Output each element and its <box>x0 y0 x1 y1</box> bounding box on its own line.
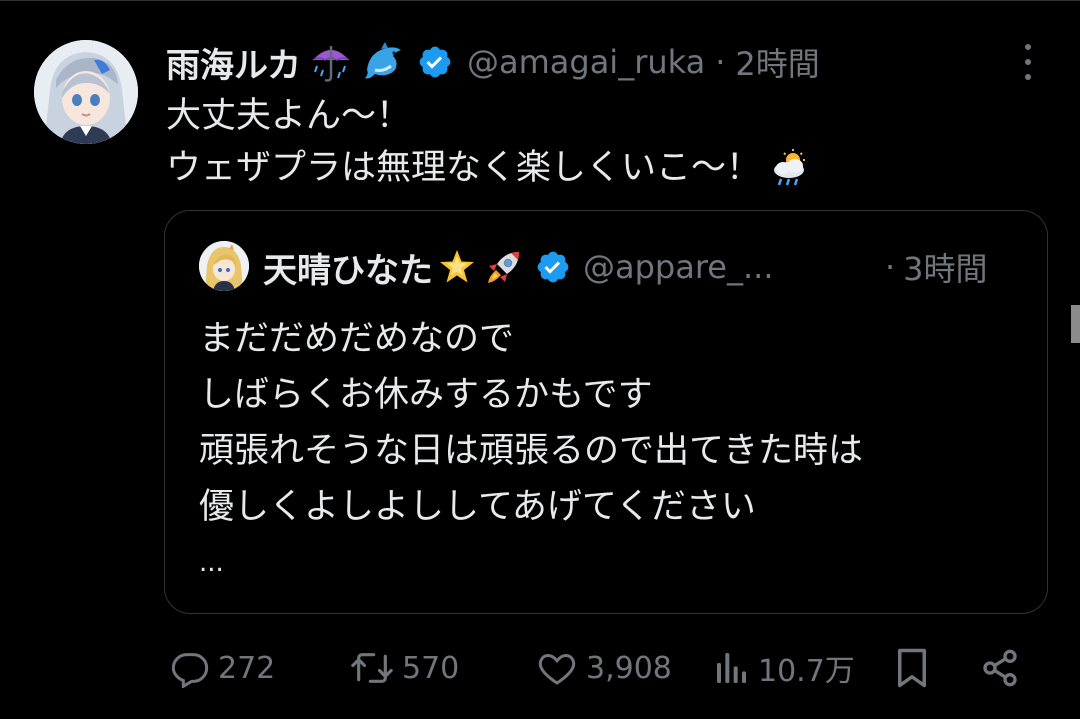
like-count: 3,908 <box>586 650 672 686</box>
retweet-count: 570 <box>402 650 460 686</box>
scrollbar-thumb[interactable] <box>1071 305 1080 343</box>
quoted-text-line-1: まだだめだめなので <box>199 319 515 359</box>
retweet-button[interactable]: 570 <box>350 640 459 696</box>
tweet-text-line-1: 大丈夫よん〜！ <box>166 96 412 136</box>
quoted-text: まだだめだめなので しばらくお休みするかもです 頑張れそうな日は頑張るので出てき… <box>199 311 863 591</box>
quoted-time-group: · 3時間 <box>885 241 988 293</box>
glowing-star-icon <box>437 247 477 287</box>
quoted-text-ellipsis: ... <box>199 548 224 578</box>
like-button[interactable]: 3,908 <box>536 640 672 696</box>
rocket-icon <box>483 246 525 288</box>
verified-badge-icon[interactable] <box>417 44 453 80</box>
verified-badge-icon[interactable] <box>535 249 571 285</box>
umbrella-with-rain-icon <box>309 40 353 84</box>
author-handle[interactable]: @amagai_ruka <box>467 43 705 81</box>
view-count: 10.7万 <box>758 654 855 689</box>
quoted-text-line-3: 頑張れそうな日は頑張るので出てきた時は <box>199 431 863 471</box>
quoted-header: 天晴ひなた @appare_... <box>263 241 774 293</box>
share-button[interactable] <box>980 640 1020 696</box>
dolphin-icon <box>361 40 405 84</box>
more-options-icon[interactable] <box>1014 44 1042 80</box>
reply-count: 272 <box>218 650 276 686</box>
analytics-bars-icon <box>714 648 750 688</box>
tweet-time[interactable]: 2時間 <box>735 39 819 85</box>
share-icon <box>980 648 1020 688</box>
quoted-handle[interactable]: @appare_... <box>583 248 774 286</box>
retweet-icon <box>350 648 394 688</box>
reply-icon <box>170 648 210 688</box>
reply-button[interactable]: 272 <box>170 640 275 696</box>
views-button[interactable]: 10.7万 <box>714 640 855 696</box>
tweet-text: 大丈夫よん〜！ ウェザプラは無理なく楽しくいこ〜！ <box>166 90 811 194</box>
separator-dot: · <box>715 43 726 81</box>
author-display-name[interactable]: 雨海ルカ <box>166 38 301 87</box>
tweet[interactable]: 雨海ルカ @amagai_ruka · 2時間 大丈夫よん〜！ ウェザプラは無理… <box>0 0 1080 719</box>
quoted-text-line-2: しばらくお休みするかもです <box>199 375 653 415</box>
quoted-text-line-4: 優しくよしよししてあげてください <box>199 487 756 527</box>
tweet-header: 雨海ルカ @amagai_ruka · 2時間 <box>166 38 820 86</box>
avatar[interactable] <box>34 40 138 144</box>
tweet-text-line: ウェザプラは無理なく楽しくいこ〜！ <box>166 142 811 194</box>
tweet-text-line-2: ウェザプラは無理なく楽しくいこ〜！ <box>166 148 762 188</box>
separator-dot: · <box>885 248 896 286</box>
bookmark-button[interactable] <box>894 640 930 696</box>
bookmark-icon <box>894 647 930 689</box>
sun-behind-rain-cloud-icon <box>771 148 811 188</box>
heart-icon <box>536 648 578 688</box>
quoted-tweet[interactable]: 天晴ひなた @appare_... · 3時間 まだだめだめなので しばらくお休… <box>164 210 1048 614</box>
action-bar: 272 570 3,908 10.7万 <box>166 640 1036 696</box>
quoted-avatar[interactable] <box>199 241 249 291</box>
quoted-display-name[interactable]: 天晴ひなた <box>263 243 433 292</box>
tweet-text-line: 大丈夫よん〜！ <box>166 90 811 142</box>
quoted-time[interactable]: 3時間 <box>903 244 987 290</box>
